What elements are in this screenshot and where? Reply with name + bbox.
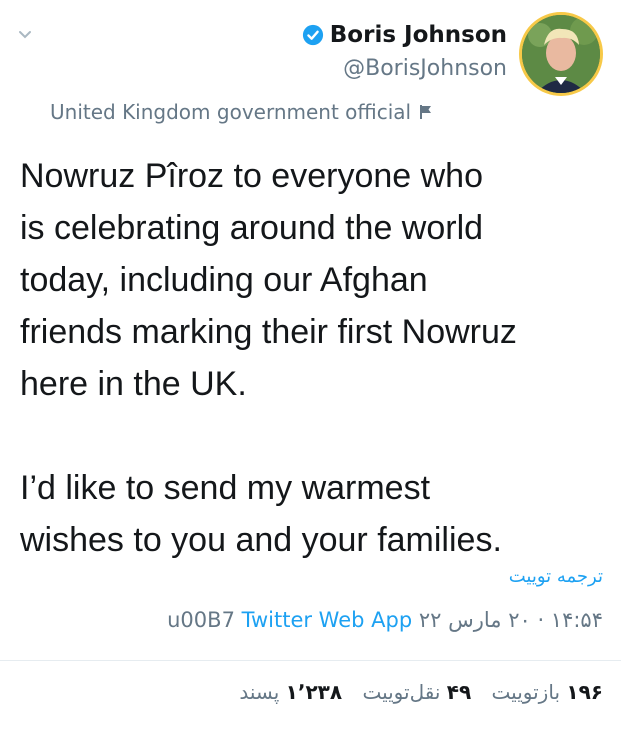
tweet-stats: ۱۹۶ بازتوییت ۴۹ نقل‌توییت ۱٬۲۳۸ پسند <box>225 680 603 704</box>
likes-stat[interactable]: ۱٬۲۳۸ پسند <box>239 680 342 704</box>
government-label: United Kingdom government official <box>50 100 433 124</box>
tweet-source[interactable]: Twitter Web App <box>242 608 413 632</box>
verified-badge-icon <box>302 24 323 46</box>
meta-separator: u00B7 <box>167 608 235 632</box>
user-handle[interactable]: @BorisJohnson <box>302 56 507 81</box>
tweet-text: Nowruz Pîroz to everyone who is celebrat… <box>20 157 517 559</box>
quotes-count: ۴۹ <box>446 680 472 704</box>
retweets-stat[interactable]: ۱۹۶ بازتوییت <box>492 680 603 704</box>
avatar-image <box>522 15 600 93</box>
tweet-timestamp[interactable]: ۱۴:۵۴ · ۲۰ مارس ۲۲ <box>419 608 603 632</box>
tweet-header: Boris Johnson @BorisJohnson <box>302 12 603 96</box>
author-names: Boris Johnson @BorisJohnson <box>302 12 507 81</box>
quotes-stat[interactable]: ۴۹ نقل‌توییت <box>362 680 471 704</box>
tweet-meta: ۱۴:۵۴ · ۲۰ مارس ۲۲ u00B7 Twitter Web App <box>167 608 603 632</box>
retweets-label: بازتوییت <box>491 680 561 704</box>
display-name[interactable]: Boris Johnson <box>330 22 507 48</box>
chevron-down-icon[interactable] <box>18 28 32 42</box>
display-name-row[interactable]: Boris Johnson <box>302 22 507 48</box>
account-label-text: United Kingdom government official <box>50 100 412 124</box>
likes-label: پسند <box>239 680 280 704</box>
quotes-label: نقل‌توییت <box>362 680 441 704</box>
flag-icon <box>420 105 432 119</box>
likes-count: ۱٬۲۳۸ <box>285 680 343 704</box>
retweets-count: ۱۹۶ <box>566 680 603 704</box>
divider <box>0 660 621 661</box>
translate-tweet-link[interactable]: ترجمه توییت <box>509 566 603 587</box>
avatar[interactable] <box>519 12 603 96</box>
